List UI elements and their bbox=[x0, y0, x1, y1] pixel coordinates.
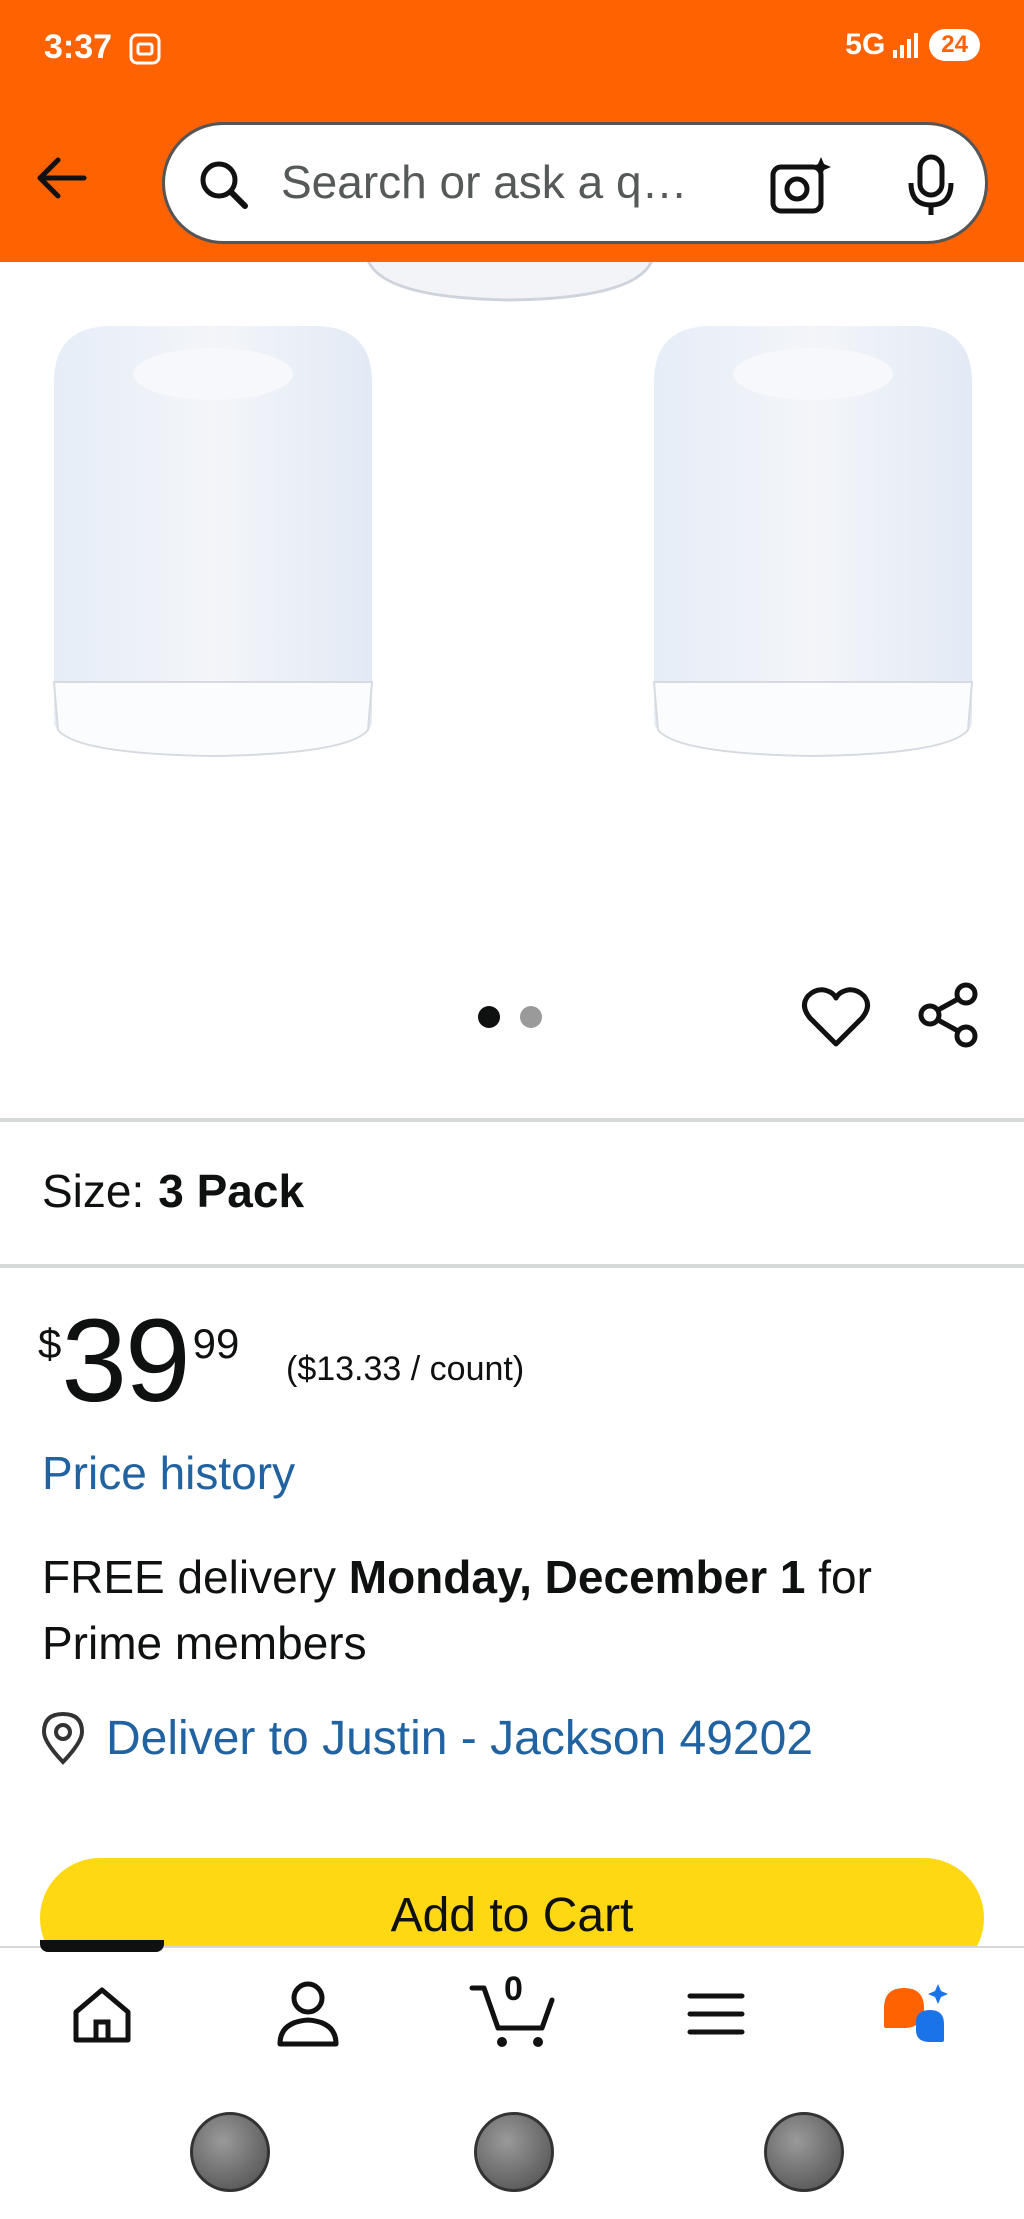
deliver-to-link[interactable]: Deliver to Justin - Jackson 49202 bbox=[38, 1710, 813, 1766]
size-label: Size: bbox=[42, 1165, 145, 1217]
delivery-prefix: FREE delivery bbox=[42, 1551, 349, 1603]
recent-apps-icon[interactable] bbox=[190, 2112, 270, 2192]
camera-search-icon[interactable] bbox=[769, 153, 833, 217]
microphone-icon[interactable] bbox=[905, 153, 957, 219]
product-image-glass-shade-right bbox=[652, 326, 974, 758]
status-time: 3:37 bbox=[44, 28, 113, 66]
size-value: 3 Pack bbox=[158, 1165, 305, 1217]
price-whole: 39 bbox=[61, 1295, 190, 1427]
gallery-dot-active[interactable] bbox=[478, 1006, 500, 1028]
app-header: 3:37 5G 24 Search or ask a q… bbox=[0, 0, 1024, 262]
signal-icon bbox=[893, 33, 919, 58]
size-selector[interactable]: Size: 3 Pack bbox=[42, 1164, 304, 1218]
battery-badge: 24 bbox=[929, 29, 980, 61]
back-arrow-icon[interactable] bbox=[32, 148, 92, 208]
price: $ 39 99 bbox=[38, 1302, 239, 1420]
account-icon[interactable] bbox=[268, 1978, 348, 2050]
heart-icon[interactable] bbox=[800, 984, 872, 1050]
home-system-icon[interactable] bbox=[474, 2112, 554, 2192]
delivery-info: FREE delivery Monday, December 1 for Pri… bbox=[42, 1544, 982, 1676]
gallery-pagination bbox=[478, 1006, 542, 1028]
share-icon[interactable] bbox=[918, 982, 980, 1048]
rufus-assistant-icon[interactable] bbox=[876, 1978, 956, 2050]
price-history-link[interactable]: Price history bbox=[42, 1446, 295, 1500]
bottom-navigation: 0 bbox=[0, 1940, 1024, 2066]
status-indicators: 5G 24 bbox=[845, 28, 980, 62]
home-icon[interactable] bbox=[62, 1978, 142, 2050]
system-navigation-bar bbox=[0, 2066, 1024, 2219]
gallery-dot[interactable] bbox=[520, 1006, 542, 1028]
screen-record-icon bbox=[129, 33, 161, 65]
cart-count: 0 bbox=[504, 1970, 523, 2008]
product-image-glass-shade-top bbox=[367, 262, 653, 302]
search-bar[interactable]: Search or ask a q… bbox=[162, 122, 988, 244]
location-pin-icon bbox=[41, 1711, 85, 1765]
deliver-to-text: Deliver to Justin - Jackson 49202 bbox=[106, 1711, 814, 1765]
section-divider bbox=[0, 1118, 1024, 1122]
section-divider bbox=[0, 1264, 1024, 1268]
unit-price: ($13.33 / count) bbox=[286, 1350, 525, 1388]
search-icon bbox=[200, 161, 248, 209]
back-system-icon[interactable] bbox=[764, 2112, 844, 2192]
delivery-date: Monday, December 1 bbox=[348, 1551, 806, 1603]
active-tab-indicator bbox=[40, 1940, 164, 1952]
product-image-glass-shade-left bbox=[52, 326, 374, 758]
cart-nav-button[interactable]: 0 bbox=[468, 1970, 558, 2050]
price-symbol: $ bbox=[38, 1320, 62, 1367]
menu-icon[interactable] bbox=[676, 1978, 756, 2050]
network-label: 5G bbox=[845, 28, 886, 61]
search-input[interactable]: Search or ask a q… bbox=[281, 155, 688, 209]
price-fraction: 99 bbox=[192, 1320, 240, 1367]
